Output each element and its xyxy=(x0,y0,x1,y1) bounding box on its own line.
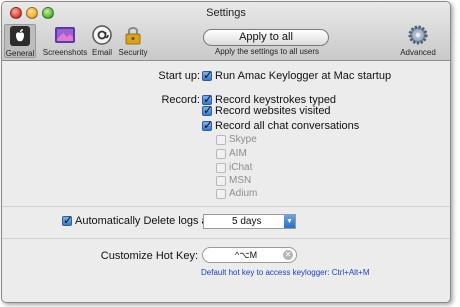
startup-option-label[interactable]: Run Amac Keylogger at Mac startup xyxy=(215,70,391,82)
record-websites-label[interactable]: Record websites visited xyxy=(215,105,331,117)
tab-screenshots-label: Screenshots xyxy=(42,48,88,57)
auto-delete-value: 5 days xyxy=(232,216,262,227)
dropdown-arrow-icon[interactable]: ▼ xyxy=(284,215,295,228)
apple-icon xyxy=(10,26,30,46)
hotkey-label: Customize Hot Key: xyxy=(100,250,198,262)
chat-adium-label[interactable]: Adium xyxy=(229,188,257,199)
hotkey-value: ^⌥M xyxy=(235,250,258,260)
startup-label: Start up: xyxy=(158,70,200,82)
chat-adium-checkbox[interactable] xyxy=(216,189,226,199)
hotkey-hint: Default hot key to access keylogger: Ctr… xyxy=(201,268,370,277)
lock-icon xyxy=(125,27,141,45)
record-websites-checkbox[interactable] xyxy=(202,103,213,117)
chat-msn-label[interactable]: MSN xyxy=(229,175,251,186)
auto-delete-checkbox[interactable] xyxy=(62,213,73,227)
chat-aim-label[interactable]: AIM xyxy=(229,148,247,159)
tab-screenshots[interactable]: Screenshots xyxy=(40,24,90,58)
clear-icon[interactable]: ✕ xyxy=(283,250,293,260)
tab-general-label: General xyxy=(5,49,35,58)
tab-advanced[interactable]: Advanced xyxy=(398,24,438,58)
startup-checkbox[interactable] xyxy=(202,68,213,82)
apply-caption: Apply the settings to all users xyxy=(214,47,320,56)
screenshot-icon xyxy=(55,27,75,43)
record-label: Record: xyxy=(161,94,200,106)
chat-skype-label[interactable]: Skype xyxy=(229,134,257,145)
hotkey-field[interactable]: ^⌥M ✕ xyxy=(202,247,297,263)
tab-email[interactable]: Email xyxy=(90,24,114,58)
auto-delete-select[interactable]: 5 days ▼ xyxy=(203,214,296,229)
tab-email-label: Email xyxy=(91,48,112,57)
settings-window: Settings General Screenshots Email Secur… xyxy=(1,1,451,303)
email-icon xyxy=(92,25,112,45)
chat-ichat-label[interactable]: iChat xyxy=(229,162,252,173)
tab-advanced-label: Advanced xyxy=(400,48,436,57)
apply-to-all-button[interactable]: Apply to all xyxy=(203,29,329,46)
toolbar: Settings General Screenshots Email Secur… xyxy=(2,2,450,61)
chat-msn-checkbox[interactable] xyxy=(216,176,226,186)
chat-aim-checkbox[interactable] xyxy=(216,149,226,159)
record-chat-checkbox[interactable] xyxy=(202,118,213,132)
tab-security[interactable]: Security xyxy=(116,24,150,58)
window-title: Settings xyxy=(206,7,246,19)
record-chat-label[interactable]: Record all chat conversations xyxy=(215,120,359,132)
section-divider xyxy=(2,238,450,239)
chat-skype-checkbox[interactable] xyxy=(216,135,226,145)
gear-icon xyxy=(408,25,428,45)
section-divider xyxy=(2,206,450,207)
tab-security-label: Security xyxy=(118,48,148,57)
tab-general[interactable]: General xyxy=(4,24,36,58)
chat-ichat-checkbox[interactable] xyxy=(216,163,226,173)
